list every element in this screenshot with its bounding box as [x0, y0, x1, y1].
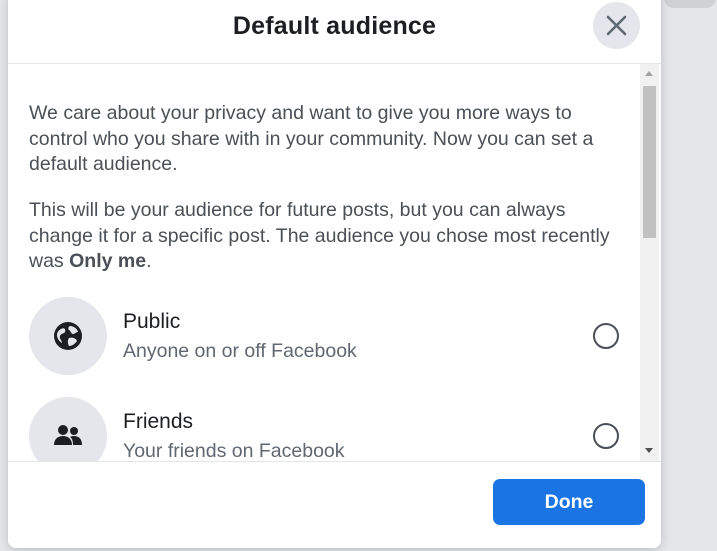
scrollbar-thumb[interactable]: [643, 86, 656, 238]
audience-explanation-text: This will be your audience for future po…: [29, 198, 619, 275]
scroll-up-arrow-icon[interactable]: [645, 71, 653, 76]
audience-option-friends[interactable]: Friends Your friends on Facebook: [8, 394, 640, 461]
background-panel-edge: [664, 0, 716, 8]
scroll-down-arrow-icon[interactable]: [645, 448, 653, 453]
dialog-footer: Done: [8, 461, 661, 548]
option-subtitle: Your friends on Facebook: [123, 440, 345, 461]
dialog-content: We care about your privacy and want to g…: [8, 64, 640, 461]
friends-icon: [54, 425, 82, 445]
option-icon-circle: [29, 397, 107, 461]
content-scrollbar[interactable]: [640, 64, 659, 461]
explanation-suffix: .: [146, 250, 152, 272]
globe-icon: [54, 322, 82, 350]
option-title: Public: [123, 310, 181, 333]
close-button[interactable]: [593, 2, 640, 49]
option-title: Friends: [123, 410, 194, 433]
public-radio-button[interactable]: [593, 323, 619, 349]
default-audience-dialog: Default audience We care about your priv…: [8, 0, 661, 548]
close-icon: [606, 15, 627, 36]
done-button[interactable]: Done: [493, 479, 645, 525]
dialog-header: Default audience: [8, 0, 661, 64]
option-icon-circle: [29, 297, 107, 375]
dialog-title: Default audience: [232, 12, 437, 40]
option-subtitle: Anyone on or off Facebook: [123, 340, 357, 362]
privacy-intro-text: We care about your privacy and want to g…: [29, 102, 594, 175]
recent-audience-value: Only me: [69, 250, 147, 272]
audience-option-public[interactable]: Public Anyone on or off Facebook: [8, 294, 640, 384]
friends-radio-button[interactable]: [593, 423, 619, 449]
